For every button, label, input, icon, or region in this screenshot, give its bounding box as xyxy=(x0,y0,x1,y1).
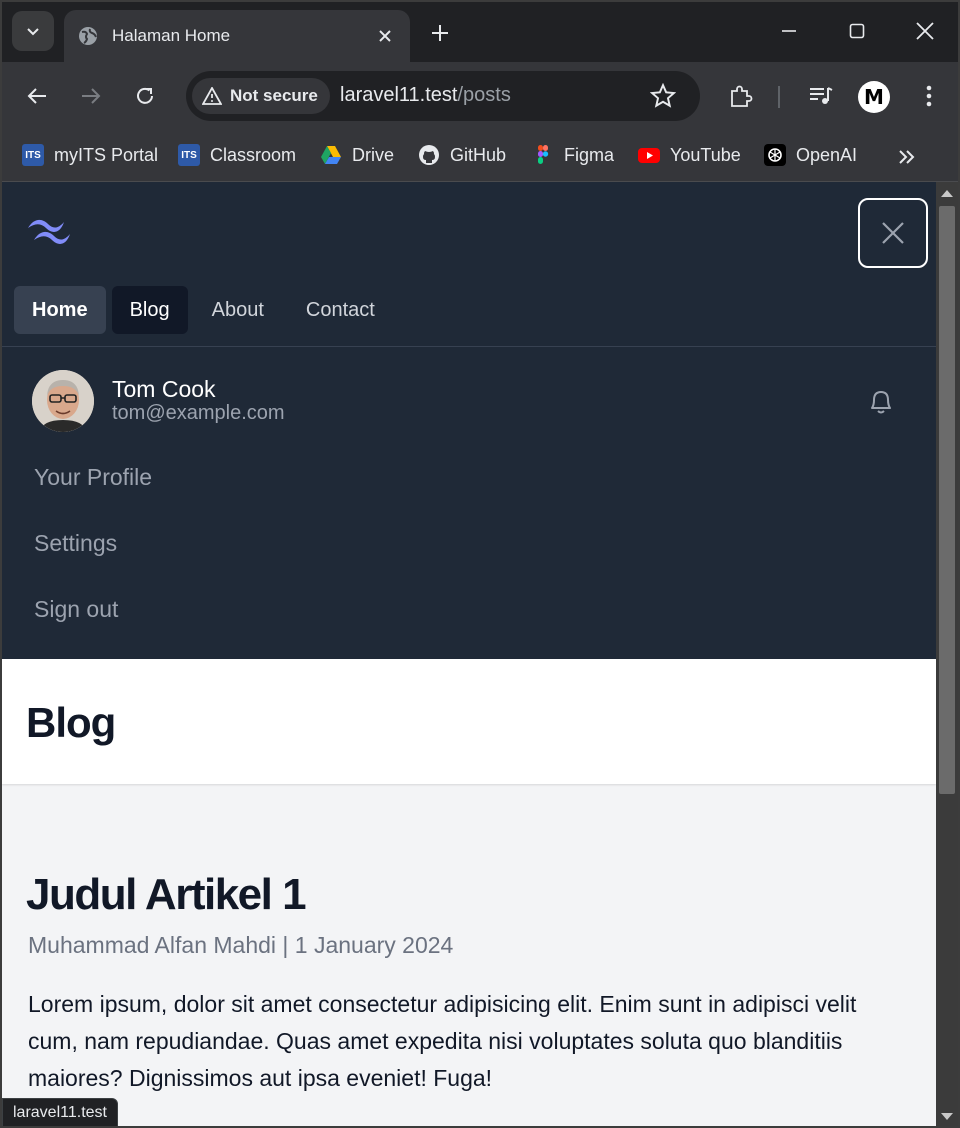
bookmark-label: OpenAI xyxy=(796,144,858,165)
media-control-button[interactable] xyxy=(806,81,836,111)
user-email: tom@example.com xyxy=(112,402,285,424)
drive-icon xyxy=(321,146,341,164)
maximize-icon xyxy=(849,23,865,39)
arrow-right-icon xyxy=(82,88,101,104)
close-icon xyxy=(916,22,934,40)
toolbar-separator xyxy=(778,86,780,108)
nav-divider xyxy=(2,346,936,347)
browser-window: Halaman Home Not secure laravel11.test/p… xyxy=(0,0,960,1128)
music-queue-icon xyxy=(810,87,833,104)
article-meta: Muhammad Alfan Mahdi | 1 January 2024 xyxy=(28,932,453,959)
scroll-up-arrow[interactable] xyxy=(941,190,953,197)
more-vertical-icon xyxy=(926,85,932,107)
article-title[interactable]: Judul Artikel 1 xyxy=(26,870,307,920)
close-tab-icon[interactable] xyxy=(374,25,396,47)
extensions-button[interactable] xyxy=(726,81,756,111)
close-icon xyxy=(882,222,904,244)
address-bar[interactable]: Not secure laravel11.test/posts xyxy=(186,71,700,121)
tab-strip: Halaman Home xyxy=(2,2,958,62)
its-icon: ITS xyxy=(178,144,200,166)
browser-toolbar: Not secure laravel11.test/posts M xyxy=(2,62,958,130)
article-body: Lorem ipsum, dolor sit amet consectetur … xyxy=(28,991,857,1091)
mobile-menu-close-button[interactable] xyxy=(858,198,928,268)
nav-blog-link[interactable]: Blog xyxy=(111,286,188,334)
url-host: laravel11.test xyxy=(340,84,458,106)
tab-search-button[interactable] xyxy=(12,11,54,51)
sign-out-link[interactable]: Sign out xyxy=(34,596,118,623)
browser-menu-button[interactable] xyxy=(914,81,944,111)
arrow-left-icon xyxy=(27,88,46,104)
reload-icon xyxy=(137,87,153,104)
bookmark-myits-portal[interactable]: ITS myITS Portal xyxy=(22,140,158,170)
settings-link[interactable]: Settings xyxy=(34,530,117,557)
scroll-down-arrow[interactable] xyxy=(941,1113,953,1120)
page-header: Blog xyxy=(2,659,936,784)
profile-avatar[interactable]: M xyxy=(858,81,890,113)
page-title: Blog xyxy=(26,699,116,746)
warning-icon xyxy=(202,87,222,105)
nav-contact-link[interactable]: Contact xyxy=(288,286,393,334)
page-viewport: Home Blog About Contact Tom Cook tom@exa… xyxy=(2,182,936,1126)
nav-links: Home Blog About Contact xyxy=(14,286,399,334)
globe-icon xyxy=(79,27,97,45)
chevron-down-icon xyxy=(27,28,39,36)
your-profile-link[interactable]: Your Profile xyxy=(34,464,152,491)
security-chip[interactable]: Not secure xyxy=(192,78,330,114)
security-label: Not secure xyxy=(230,86,318,105)
article-author[interactable]: Muhammad Alfan Mahdi xyxy=(28,932,276,958)
nav-home-link[interactable]: Home xyxy=(14,286,106,334)
url-path: /posts xyxy=(457,84,511,106)
url-text[interactable]: laravel11.test/posts xyxy=(340,84,511,107)
user-name: Tom Cook xyxy=(112,376,216,402)
bookmark-star-icon[interactable] xyxy=(650,83,676,109)
bookmark-figma[interactable]: Figma xyxy=(532,140,614,170)
bookmark-label: Figma xyxy=(564,144,615,165)
bookmark-label: myITS Portal xyxy=(54,144,159,165)
plus-icon xyxy=(432,25,448,41)
bookmark-classroom[interactable]: ITS Classroom xyxy=(178,140,296,170)
notification-bell-icon[interactable] xyxy=(864,384,898,418)
bookmark-label: Classroom xyxy=(210,144,297,165)
scrollbar-thumb[interactable] xyxy=(939,206,955,794)
user-avatar xyxy=(32,370,94,432)
minimize-icon xyxy=(782,30,796,32)
bookmark-openai[interactable]: OpenAI xyxy=(764,140,857,170)
back-button[interactable] xyxy=(20,79,54,113)
tailwind-logo-icon[interactable] xyxy=(26,212,74,248)
forward-button[interactable] xyxy=(74,79,108,113)
bookmark-label: Drive xyxy=(352,144,395,165)
openai-icon xyxy=(764,144,786,166)
figma-icon xyxy=(538,145,549,164)
meta-separator: | xyxy=(282,932,295,958)
bookmark-github[interactable]: GitHub xyxy=(418,140,506,170)
reload-button[interactable] xyxy=(128,79,162,113)
page-scrollbar[interactable] xyxy=(936,182,958,1126)
maximize-button[interactable] xyxy=(842,16,872,46)
bookmarks-bar: ITS myITS Portal ITS Classroom Drive Git… xyxy=(2,130,958,182)
article-date: 1 January 2024 xyxy=(294,932,454,958)
bookmark-label: YouTube xyxy=(670,144,741,165)
new-tab-button[interactable] xyxy=(426,19,454,47)
bookmark-drive[interactable]: Drive xyxy=(320,140,394,170)
github-icon xyxy=(419,145,439,165)
its-icon: ITS xyxy=(22,144,44,166)
youtube-icon xyxy=(638,148,660,163)
status-url-bubble: laravel11.test xyxy=(2,1098,118,1126)
nav-about-link[interactable]: About xyxy=(194,286,282,334)
chevron-double-right-icon[interactable] xyxy=(895,145,919,169)
tab-title: Halaman Home xyxy=(112,26,231,45)
puzzle-icon xyxy=(731,85,753,107)
browser-tab[interactable]: Halaman Home xyxy=(64,10,410,62)
minimize-button[interactable] xyxy=(774,16,804,46)
bookmark-label: GitHub xyxy=(450,144,507,165)
bookmark-youtube[interactable]: YouTube xyxy=(638,140,741,170)
close-window-button[interactable] xyxy=(910,16,940,46)
site-nav: Home Blog About Contact Tom Cook tom@exa… xyxy=(2,182,936,659)
